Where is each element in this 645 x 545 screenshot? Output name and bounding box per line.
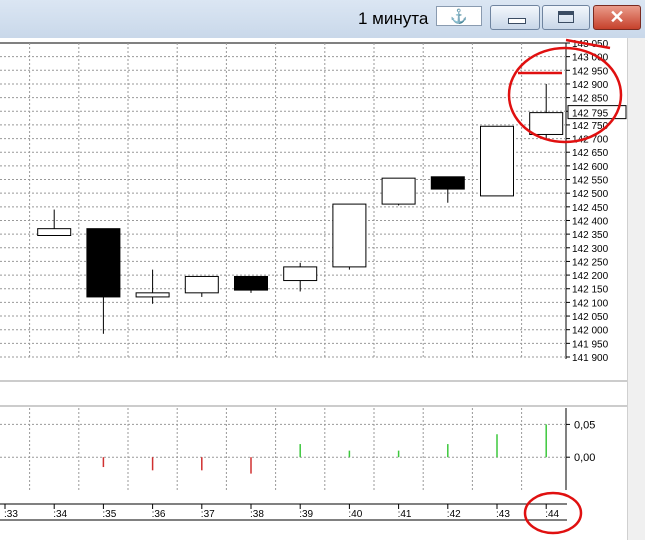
maximize-icon [558, 11, 574, 23]
price-tick-label: 142 350 [572, 230, 609, 241]
chart-area: 143 050143 000142 950142 900142 850142 8… [0, 38, 645, 540]
time-tick-label: :41 [398, 509, 412, 520]
volume-tick-label: 0,05 [574, 419, 595, 431]
price-tick-label: 142 550 [572, 176, 609, 187]
price-tick-label: 142 300 [572, 244, 609, 255]
candle-body [529, 112, 564, 135]
time-tick-label: :38 [250, 509, 264, 520]
interval-label[interactable]: 1 минута [358, 9, 428, 29]
price-tick-label: 142 150 [572, 285, 609, 296]
price-tick-label: 141 950 [572, 339, 609, 350]
price-tick-label: 142 450 [572, 203, 609, 214]
maximize-button[interactable] [542, 5, 590, 30]
time-tick-label: :40 [348, 509, 362, 520]
time-tick-label: :35 [102, 509, 116, 520]
time-tick-label: :36 [152, 509, 166, 520]
vertical-scrollbar[interactable] [627, 38, 645, 540]
price-tick-label: 142 000 [572, 326, 609, 337]
price-tick-label: 142 500 [572, 189, 609, 200]
time-tick-label: :44 [545, 509, 559, 520]
candle-body [135, 292, 170, 298]
window-titlebar: 1 минута ⚓ ✕ [0, 0, 645, 38]
time-tick-label: :43 [496, 509, 510, 520]
time-tick-label: :39 [299, 509, 313, 520]
price-tick-label: 142 600 [572, 162, 609, 173]
time-tick-label: :33 [4, 509, 18, 520]
candle-body [86, 228, 121, 298]
price-tick-label: 142 850 [572, 94, 609, 105]
time-tick-label: :42 [447, 509, 461, 520]
price-tick-label: 142 650 [572, 148, 609, 159]
price-tick-label: 142 100 [572, 298, 609, 309]
candle-body [234, 275, 268, 291]
price-tick-label: 142 050 [572, 312, 609, 323]
price-tick-label: 141 900 [572, 353, 609, 364]
close-icon: ✕ [609, 7, 625, 27]
minimize-button[interactable] [490, 5, 540, 30]
chart-svg[interactable]: 143 050143 000142 950142 900142 850142 8… [0, 38, 627, 540]
candle-body [381, 177, 416, 205]
price-tick-label: 142 400 [572, 216, 609, 227]
minimize-icon [508, 18, 526, 24]
anchor-button[interactable]: ⚓ [436, 6, 482, 26]
anchor-icon: ⚓ [450, 8, 468, 24]
candle-body [184, 275, 219, 294]
candle-body [332, 203, 367, 268]
candle-body [283, 266, 318, 282]
close-button[interactable]: ✕ [593, 5, 641, 30]
time-tick-label: :34 [53, 509, 67, 520]
volume-tick-label: 0,00 [574, 452, 595, 464]
price-tick-label: 142 200 [572, 271, 609, 282]
time-tick-label: :37 [201, 509, 215, 520]
candle-body [37, 228, 72, 236]
price-tick-label: 142 900 [572, 80, 609, 91]
candle-body [430, 176, 465, 190]
price-tick-label: 142 250 [572, 257, 609, 268]
price-tick-label: 142 950 [572, 66, 609, 77]
candle-body [480, 125, 514, 197]
last-price-label: 142 795 [572, 109, 609, 120]
